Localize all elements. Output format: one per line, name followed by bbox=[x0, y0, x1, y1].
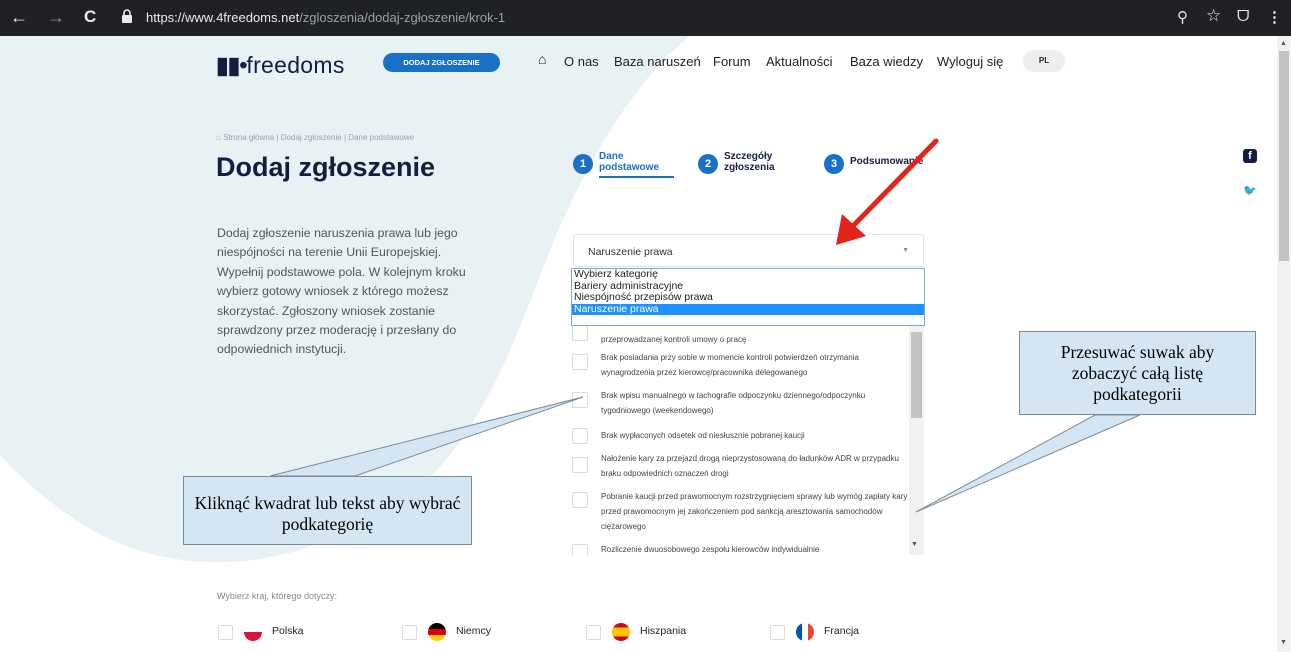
forward-icon[interactable]: → bbox=[47, 6, 65, 28]
subcategory-label[interactable]: Brak wpisu manualnego w tachografie odpo… bbox=[601, 388, 909, 418]
subcategory-checkbox[interactable] bbox=[572, 457, 588, 473]
germany-flag-icon bbox=[428, 623, 446, 641]
bookmark-star-icon[interactable]: ☆ bbox=[1206, 6, 1221, 26]
category-select-value: Naruszenie prawa bbox=[588, 246, 673, 258]
subcategory-label[interactable]: Nałożenie kary za przejazd drogą nieprzy… bbox=[601, 451, 909, 481]
subcategory-label[interactable]: przeprowadzanej kontroli umowy o pracę bbox=[601, 332, 909, 347]
category-option[interactable]: Wybierz kategorię bbox=[572, 268, 924, 281]
lock-icon bbox=[122, 9, 132, 23]
twitter-icon[interactable]: 🐦 bbox=[1241, 182, 1259, 200]
country-checkbox[interactable] bbox=[586, 625, 601, 640]
address-bar[interactable]: https://www.4freedoms.net/zgloszenia/dod… bbox=[146, 10, 505, 26]
nav-knowledge-base[interactable]: Baza wiedzy bbox=[850, 54, 923, 69]
country-checkbox[interactable] bbox=[770, 625, 785, 640]
step-number: 1 bbox=[573, 154, 593, 174]
scroll-down-arrow-icon[interactable]: ▼ bbox=[1280, 639, 1287, 646]
step-number: 3 bbox=[824, 154, 844, 174]
subcategory-checkbox[interactable] bbox=[572, 492, 588, 508]
france-flag-icon bbox=[796, 623, 814, 641]
logo-mark: ▮▮• bbox=[216, 52, 247, 78]
url-host: https://www.4freedoms.net bbox=[146, 10, 300, 25]
browser-toolbar: ← → C https://www.4freedoms.net/zgloszen… bbox=[0, 0, 1291, 36]
step-label: Szczegóły zgłoszenia bbox=[724, 151, 775, 173]
url-path: /zgloszenia/dodaj-zgłoszenie/krok-1 bbox=[299, 10, 506, 25]
right-callout: Przesuwać suwak aby zobaczyć całą listę … bbox=[1019, 331, 1256, 415]
subcategory-label[interactable]: Rozliczenie dwuosobowego zespołu kierowc… bbox=[601, 542, 909, 555]
country-checkbox[interactable] bbox=[402, 625, 417, 640]
scroll-up-arrow-icon[interactable]: ▲ bbox=[1280, 40, 1287, 47]
subcategory-checkbox[interactable] bbox=[572, 325, 588, 341]
country-name[interactable]: Francja bbox=[824, 625, 859, 637]
language-switcher[interactable]: PL bbox=[1023, 50, 1065, 72]
breadcrumb-separator: | bbox=[276, 133, 279, 142]
breadcrumb-separator: | bbox=[343, 133, 347, 142]
chevron-down-icon: ▼ bbox=[902, 247, 909, 254]
step-label-line1: Szczegóły bbox=[724, 151, 773, 162]
country-name[interactable]: Niemcy bbox=[456, 625, 491, 637]
page-title: Dodaj zgłoszenie bbox=[216, 152, 436, 182]
subcategory-checkbox[interactable] bbox=[572, 428, 588, 444]
reload-icon[interactable]: C bbox=[84, 6, 96, 28]
extension-icon[interactable]: ᗜ bbox=[1237, 8, 1249, 25]
zoom-icon[interactable]: ⚲ bbox=[1177, 8, 1188, 26]
category-dropdown: Wybierz kategorię Bariery administracyjn… bbox=[571, 268, 925, 326]
country-name[interactable]: Hiszpania bbox=[640, 625, 686, 637]
country-name[interactable]: Polska bbox=[272, 625, 304, 637]
breadcrumb: ⌂ Strona główna | Dodaj zgłoszenie | Dan… bbox=[216, 133, 414, 142]
nav-forum[interactable]: Forum bbox=[713, 54, 751, 69]
breadcrumb-current: Dane podstawowe bbox=[348, 133, 415, 142]
back-icon[interactable]: ← bbox=[10, 6, 28, 28]
home-icon[interactable]: ⌂ bbox=[216, 133, 221, 142]
subcategory-scrollbar-thumb[interactable] bbox=[911, 332, 922, 418]
subcategory-checkbox[interactable] bbox=[572, 392, 588, 408]
subcategory-checkbox[interactable] bbox=[572, 354, 588, 370]
step-label: Dane podstawowe bbox=[599, 151, 659, 173]
step-label-line2: podstawowe bbox=[599, 162, 660, 173]
breadcrumb-add-report[interactable]: Dodaj zgłoszenie bbox=[281, 133, 342, 142]
facebook-icon[interactable]: f bbox=[1243, 149, 1257, 163]
nav-violations-db[interactable]: Baza naruszeń bbox=[614, 54, 701, 69]
country-checkbox[interactable] bbox=[218, 625, 233, 640]
nav-news[interactable]: Aktualności bbox=[766, 54, 832, 69]
category-option-selected[interactable]: Naruszenie prawa bbox=[572, 303, 924, 315]
nav-about[interactable]: O nas bbox=[564, 54, 599, 69]
nav-logout[interactable]: Wyloguj się bbox=[937, 54, 1003, 69]
active-step-underline bbox=[599, 176, 674, 178]
scroll-down-arrow-icon[interactable]: ▼ bbox=[911, 541, 918, 548]
page-scrollbar-thumb[interactable] bbox=[1279, 51, 1289, 261]
step-label-line1: Dane bbox=[599, 151, 624, 162]
add-report-button[interactable]: DODAJ ZGŁOSZENIE bbox=[383, 53, 500, 72]
step-label: Podsumowanie bbox=[850, 156, 924, 167]
step-number: 2 bbox=[698, 154, 718, 174]
poland-flag-icon bbox=[244, 623, 262, 641]
subcategory-checkbox[interactable] bbox=[572, 544, 588, 555]
browser-menu-icon[interactable]: ⋮ bbox=[1267, 8, 1282, 26]
left-callout: Kliknąć kwadrat lub tekst aby wybrać pod… bbox=[183, 476, 472, 545]
category-select[interactable]: Naruszenie prawa ▼ bbox=[573, 234, 924, 267]
page-scrollbar[interactable]: ▲ ▼ bbox=[1277, 36, 1291, 652]
subcategory-label[interactable]: Pobranie kaucji przed prawomocnym rozstr… bbox=[601, 489, 909, 535]
logo[interactable]: ▮▮•freedoms bbox=[216, 52, 345, 79]
country-label: Wybierz kraj, którego dotyczy: bbox=[217, 591, 337, 601]
subcategory-label[interactable]: Brak wypłaconych odsetek od niesłusznie … bbox=[601, 428, 909, 443]
subcategory-label[interactable]: Brak posiadania przy sobie w momencie ko… bbox=[601, 350, 909, 380]
subcategory-list: przeprowadzanej kontroli umowy o pracę B… bbox=[571, 318, 924, 555]
home-icon[interactable]: ⌂ bbox=[538, 51, 546, 67]
logo-text: freedoms bbox=[246, 52, 345, 78]
category-option[interactable]: Niespójność przepisów prawa bbox=[572, 291, 924, 304]
spain-flag-icon bbox=[612, 623, 630, 641]
intro-text: Dodaj zgłoszenie naruszenia prawa lub je… bbox=[217, 226, 466, 357]
step-label-line2: zgłoszenia bbox=[724, 162, 775, 173]
breadcrumb-home[interactable]: Strona główna bbox=[223, 133, 274, 142]
